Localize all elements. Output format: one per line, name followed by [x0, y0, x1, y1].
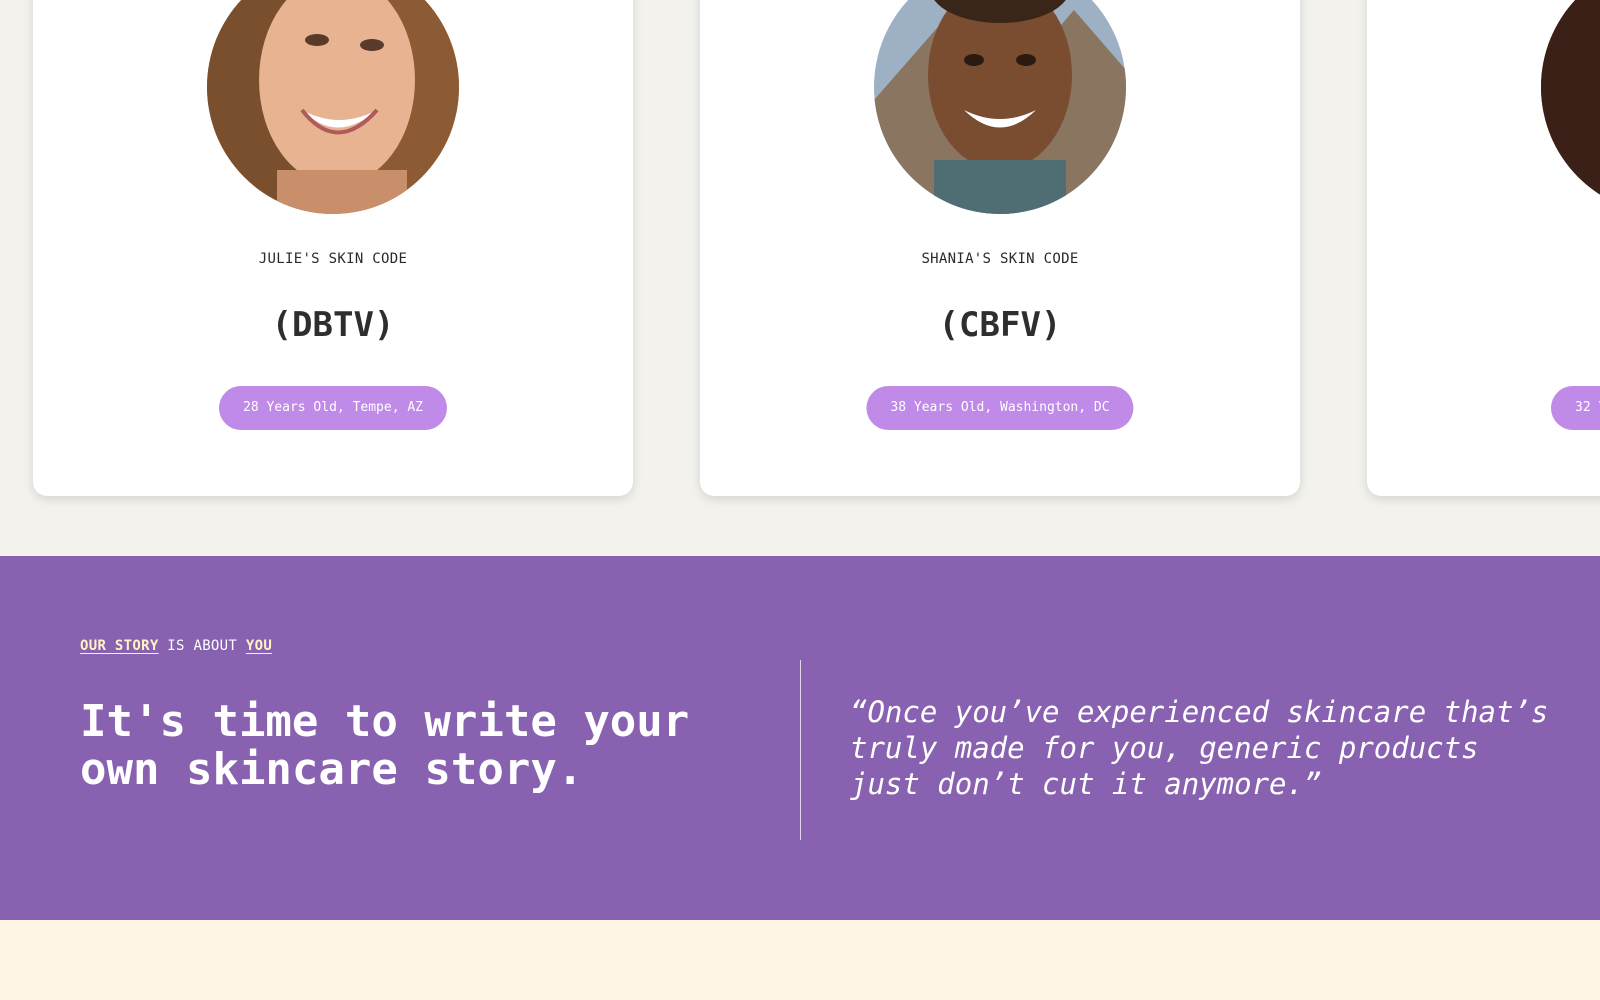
you-link[interactable]: YOU — [246, 638, 272, 654]
skin-code-label: SHANIA'S SKIN CODE — [921, 251, 1079, 267]
profile-details-badge: 28 Years Old, Tempe, AZ — [218, 386, 448, 430]
profile-photo-shania — [874, 0, 1126, 214]
skin-code-label: JULIE'S SKIN CODE — [258, 251, 408, 267]
story-kicker: OUR STORY IS ABOUT YOU — [80, 638, 272, 654]
profile-photo-julie — [207, 0, 459, 214]
story-headline: It's time to write your own skincare sto… — [80, 696, 690, 795]
next-section-band — [0, 920, 1600, 1000]
profile-card-julie[interactable]: JULIE'S SKIN CODE (DBTV) 28 Years Old, T… — [33, 0, 633, 496]
skin-code-value: (DBTV) — [271, 305, 395, 345]
vertical-divider — [800, 660, 801, 840]
profile-details-badge: 38 Years Old, Washington, DC — [866, 386, 1134, 430]
profile-card-shania[interactable]: SHANIA'S SKIN CODE (CBFV) 38 Years Old, … — [700, 0, 1300, 496]
testimonial-quote: “Once you’ve experienced skincare that’s… — [850, 695, 1549, 801]
profile-details-badge: 32 Y — [1551, 386, 1600, 430]
skin-code-value: (CBFV) — [938, 305, 1062, 345]
our-story-link[interactable]: OUR STORY — [80, 638, 159, 654]
our-story-section: OUR STORY IS ABOUT YOU It's time to writ… — [0, 556, 1600, 920]
skin-code-label: J — [1367, 251, 1600, 267]
profile-cards-carousel: JULIE'S SKIN CODE (DBTV) 28 Years Old, T… — [0, 0, 1600, 556]
kicker-middle-text: IS ABOUT — [158, 638, 246, 654]
profile-card-partial[interactable]: J 32 Y — [1367, 0, 1600, 496]
profile-photo-partial — [1541, 0, 1600, 214]
